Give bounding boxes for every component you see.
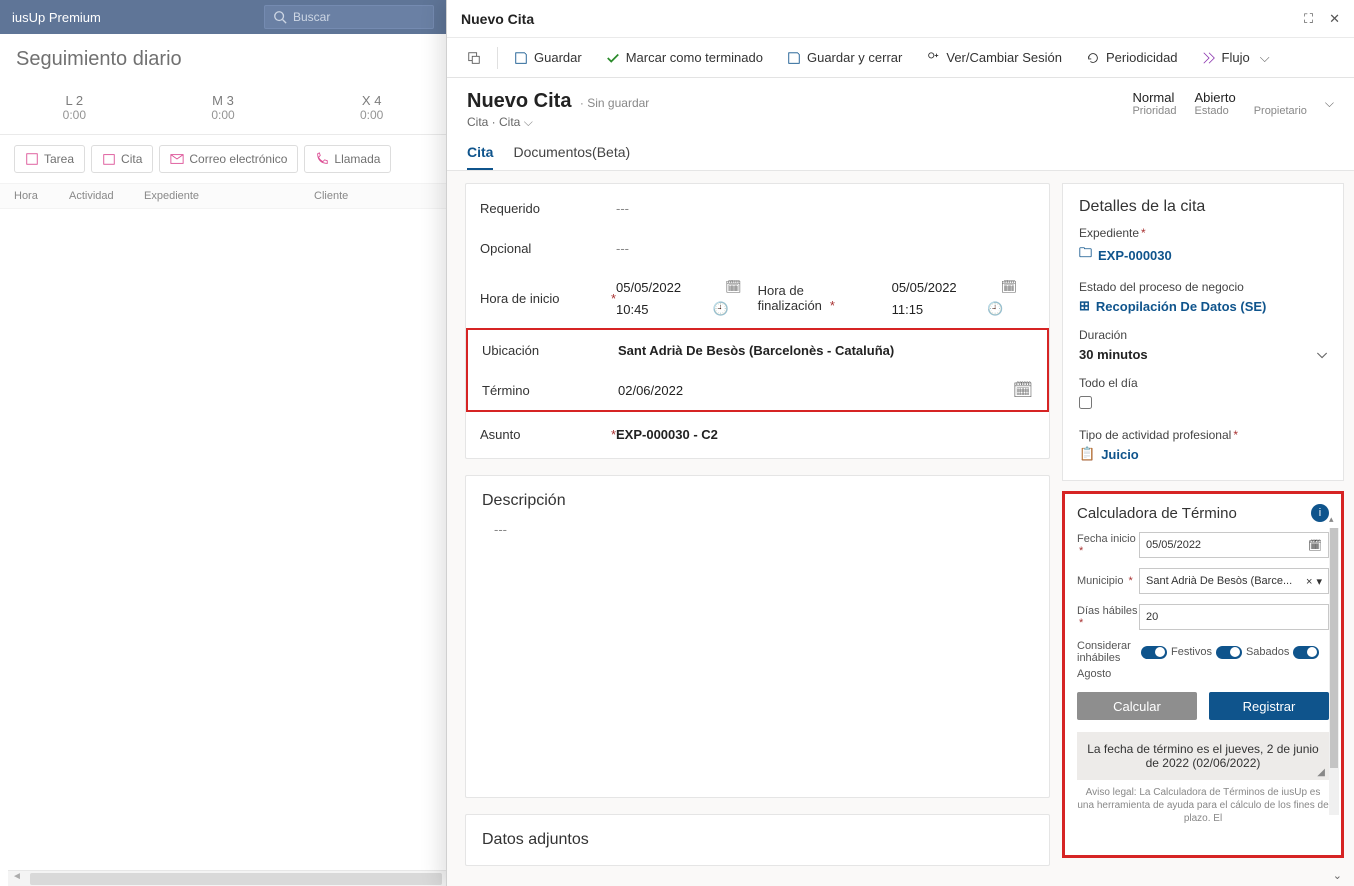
calendar-icon: 🗓 [725,279,742,295]
row-ubicacion[interactable]: Ubicación Sant Adrià De Besòs (Barcelonè… [468,330,1047,370]
calc-dias-input[interactable]: 20 [1139,604,1329,630]
termino-value: 02/06/2022 [618,379,1013,402]
descripcion-card: Descripción --- [465,475,1050,798]
row-hora-inicio: Hora de inicio* 05/05/2022🗓 10:45🕘 Hora … [466,268,1049,328]
status-field[interactable]: AbiertoEstado [1194,90,1235,117]
entity-label: Cita [467,115,488,129]
command-bar: Guardar Marcar como terminado Guardar y … [447,38,1354,78]
details-heading: Detalles de la cita [1079,198,1327,216]
save-icon [514,51,528,65]
row-termino[interactable]: Término 02/06/2022 🗓 [468,370,1047,410]
info-icon[interactable]: i [1311,504,1329,522]
tab-documentos[interactable]: Documentos(Beta) [513,144,630,170]
panel-titlebar: Nuevo Cita ⛶ ✕ [447,0,1354,38]
panel-title: Nuevo Cita [461,11,534,27]
clock-icon: 🕘 [987,301,1003,317]
adjuntos-card: Datos adjuntos [465,814,1050,866]
end-time-input[interactable]: 11:15🕘 [892,301,1018,317]
start-time-input[interactable]: 10:45🕘 [616,301,742,317]
flow-button[interactable]: Flujo⌵ [1192,44,1280,72]
tab-cita[interactable]: Cita [467,144,493,170]
highlighted-rows: Ubicación Sant Adrià De Besòs (Barcelonè… [466,328,1049,412]
ubicacion-value: Sant Adrià De Besòs (Barcelonès - Catalu… [618,339,1033,362]
asunto-value: EXP-000030 - C2 [616,423,1035,446]
start-date-input[interactable]: 05/05/2022🗓 [616,279,742,295]
calc-heading: Calculadora de Término [1077,505,1237,522]
popout-button[interactable] [457,45,491,71]
priority-field[interactable]: NormalPrioridad [1132,90,1176,117]
descripcion-value[interactable]: --- [466,516,1049,787]
process-icon: ⊞ [1079,298,1090,314]
record-heading: Nuevo Cita [467,90,571,112]
term-calculator-card: Calculadora de Término i Fecha inicio * … [1062,491,1344,858]
tab-bar: Cita Documentos(Beta) [447,130,1354,171]
folder-icon: 🗀 [1079,244,1092,266]
recurrence-button[interactable]: Periodicidad [1076,44,1188,71]
owner-field[interactable]: Propietario [1254,90,1307,117]
unsaved-label: · Sin guardar [580,96,649,110]
side-column: Detalles de la cita Expediente* 🗀EXP-000… [1062,175,1354,886]
save-button[interactable]: Guardar [504,44,592,71]
chevron-down-icon: ▾ [1316,576,1322,588]
calendar-icon[interactable]: 🗓 [1013,380,1033,400]
estado-link[interactable]: ⊞Recopilación De Datos (SE) [1079,298,1327,314]
chevron-down-icon[interactable]: ⌵ [1325,90,1334,111]
session-button[interactable]: Ver/Cambiar Sesión [916,44,1072,71]
toggle-agosto[interactable] [1293,646,1319,659]
clock-icon: 🕘 [713,301,729,317]
calendar-icon: 🗓 [1308,539,1322,552]
calc-result: La fecha de término es el jueves, 2 de j… [1077,732,1329,780]
record-header: Nuevo Cita · Sin guardar Cita · Cita ⌵ N… [447,78,1354,130]
end-date-input[interactable]: 05/05/2022🗓 [892,279,1018,295]
mark-done-button[interactable]: Marcar como terminado [596,44,773,71]
flow-icon [1202,51,1216,65]
allday-checkbox[interactable] [1079,396,1092,409]
clear-icon[interactable]: × [1306,576,1312,588]
calc-scrollbar[interactable] [1329,528,1339,815]
toggle-festivos[interactable] [1141,646,1167,659]
save-close-icon [787,51,801,65]
toggle-sabados[interactable] [1216,646,1242,659]
calendar-icon: 🗓 [1001,279,1018,295]
resize-handle-icon[interactable]: ◢ [1317,767,1325,778]
new-appointment-panel: Nuevo Cita ⛶ ✕ Guardar Marcar como termi… [446,0,1354,886]
modal-overlay [0,0,446,886]
duracion-select[interactable]: 30 minutos⌵ [1079,346,1327,362]
chevron-down-icon: ⌵ [524,115,533,129]
tipo-link[interactable]: 📋Juicio [1079,446,1327,462]
check-icon [606,51,620,65]
activity-icon: 📋 [1079,446,1095,462]
chevron-down-icon: ⌵ [1317,346,1327,362]
row-opcional[interactable]: Opcional --- [466,228,1049,268]
row-requerido[interactable]: Requerido --- [466,188,1049,228]
recurrence-icon [1086,51,1100,65]
legal-text: Aviso legal: La Calculadora de Términos … [1077,786,1329,825]
calcular-button[interactable]: Calcular [1077,692,1197,720]
adjuntos-heading: Datos adjuntos [466,819,1049,855]
type-label[interactable]: Cita [499,115,520,129]
registrar-button[interactable]: Registrar [1209,692,1329,720]
session-icon [926,51,940,65]
save-close-button[interactable]: Guardar y cerrar [777,44,912,71]
row-asunto[interactable]: Asunto* EXP-000030 - C2 [466,414,1049,454]
popout-icon [467,51,481,65]
chevron-down-icon[interactable]: ⌄ [1333,869,1342,882]
calc-fecha-input[interactable]: 05/05/2022🗓 [1139,532,1329,558]
background-app: iusUp Premium Buscar Seguimiento diario … [0,0,446,886]
calc-toggles: Considerar inhábiles Festivos Sabados Ag… [1077,640,1329,680]
form-column: Requerido --- Opcional --- Hora de inici… [451,175,1062,886]
calc-municipio-select[interactable]: Sant Adrià De Besòs (Barce...×▾ [1139,568,1329,594]
expediente-link[interactable]: 🗀EXP-000030 [1079,244,1327,266]
details-card: Detalles de la cita Expediente* 🗀EXP-000… [1062,183,1344,481]
descripcion-heading: Descripción [466,480,1049,516]
main-form-card: Requerido --- Opcional --- Hora de inici… [465,183,1050,459]
chevron-down-icon: ⌵ [1260,50,1270,66]
expand-icon[interactable]: ⛶ [1304,11,1313,27]
close-icon[interactable]: ✕ [1329,11,1340,27]
